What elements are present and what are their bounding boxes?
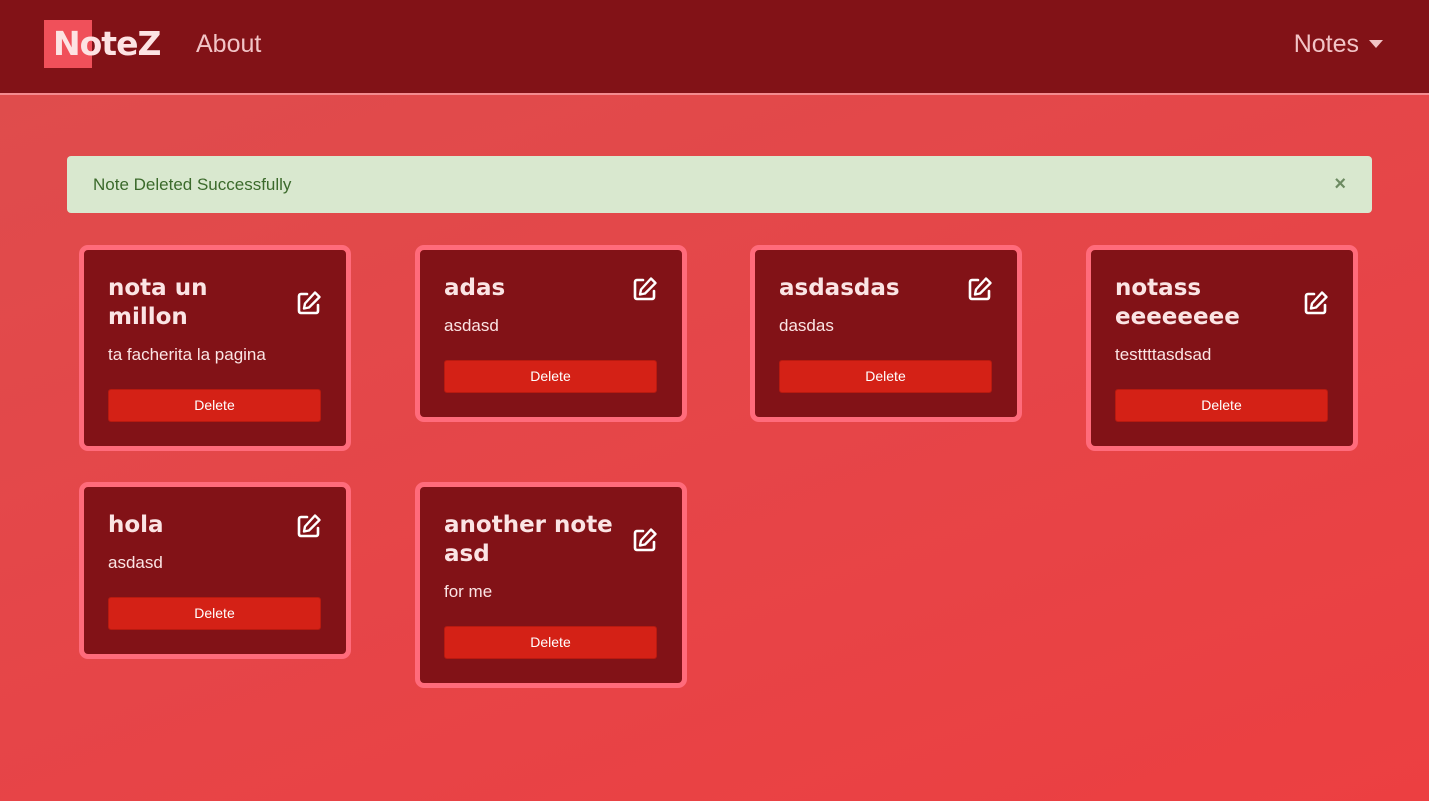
nav-notes-label: Notes <box>1293 30 1359 58</box>
delete-button[interactable]: Delete <box>444 626 657 659</box>
delete-button[interactable]: Delete <box>779 360 992 393</box>
note-title: hola <box>108 512 164 538</box>
note-card: adas asdasd Delete <box>415 245 687 422</box>
edit-icon[interactable] <box>632 276 658 302</box>
note-body: ta facherita la pagina <box>108 345 266 364</box>
delete-button[interactable]: Delete <box>1115 389 1328 422</box>
edit-icon[interactable] <box>1303 290 1329 316</box>
caret-down-icon <box>1369 40 1383 48</box>
alert-message: Note Deleted Successfully <box>93 175 292 194</box>
note-body: testtttasdsad <box>1115 345 1212 364</box>
note-body: asdasd <box>108 553 163 572</box>
note-body: for me <box>444 582 493 601</box>
success-alert: Note Deleted Successfully × <box>67 156 1372 213</box>
note-body: dasdas <box>779 316 834 335</box>
brand-text: NoteZ <box>53 24 161 63</box>
note-card: nota un millon ta facherita la pagina De… <box>79 245 351 451</box>
note-title: nota un millon <box>108 275 208 330</box>
delete-button[interactable]: Delete <box>108 597 321 630</box>
note-card: another note asd for me Delete <box>415 482 687 688</box>
note-title: another note asd <box>444 512 613 567</box>
edit-icon[interactable] <box>296 513 322 539</box>
edit-icon[interactable] <box>632 527 658 553</box>
note-card: hola asdasd Delete <box>79 482 351 659</box>
nav-about-link[interactable]: About <box>196 28 261 60</box>
delete-button[interactable]: Delete <box>444 360 657 393</box>
alert-close-button[interactable]: × <box>1334 156 1346 213</box>
note-body: asdasd <box>444 316 499 335</box>
delete-button[interactable]: Delete <box>108 389 321 422</box>
note-title: asdasdas <box>779 275 900 301</box>
note-title: adas <box>444 275 506 301</box>
edit-icon[interactable] <box>296 290 322 316</box>
edit-icon[interactable] <box>967 276 993 302</box>
navbar: NoteZ About Notes <box>0 0 1429 95</box>
note-title: notass eeeeeeee <box>1115 275 1240 330</box>
note-card: notass eeeeeeee testtttasdsad Delete <box>1086 245 1358 451</box>
brand-logo[interactable]: NoteZ <box>44 20 161 68</box>
note-card: asdasdas dasdas Delete <box>750 245 1022 422</box>
nav-notes-dropdown[interactable]: Notes <box>1294 28 1383 60</box>
